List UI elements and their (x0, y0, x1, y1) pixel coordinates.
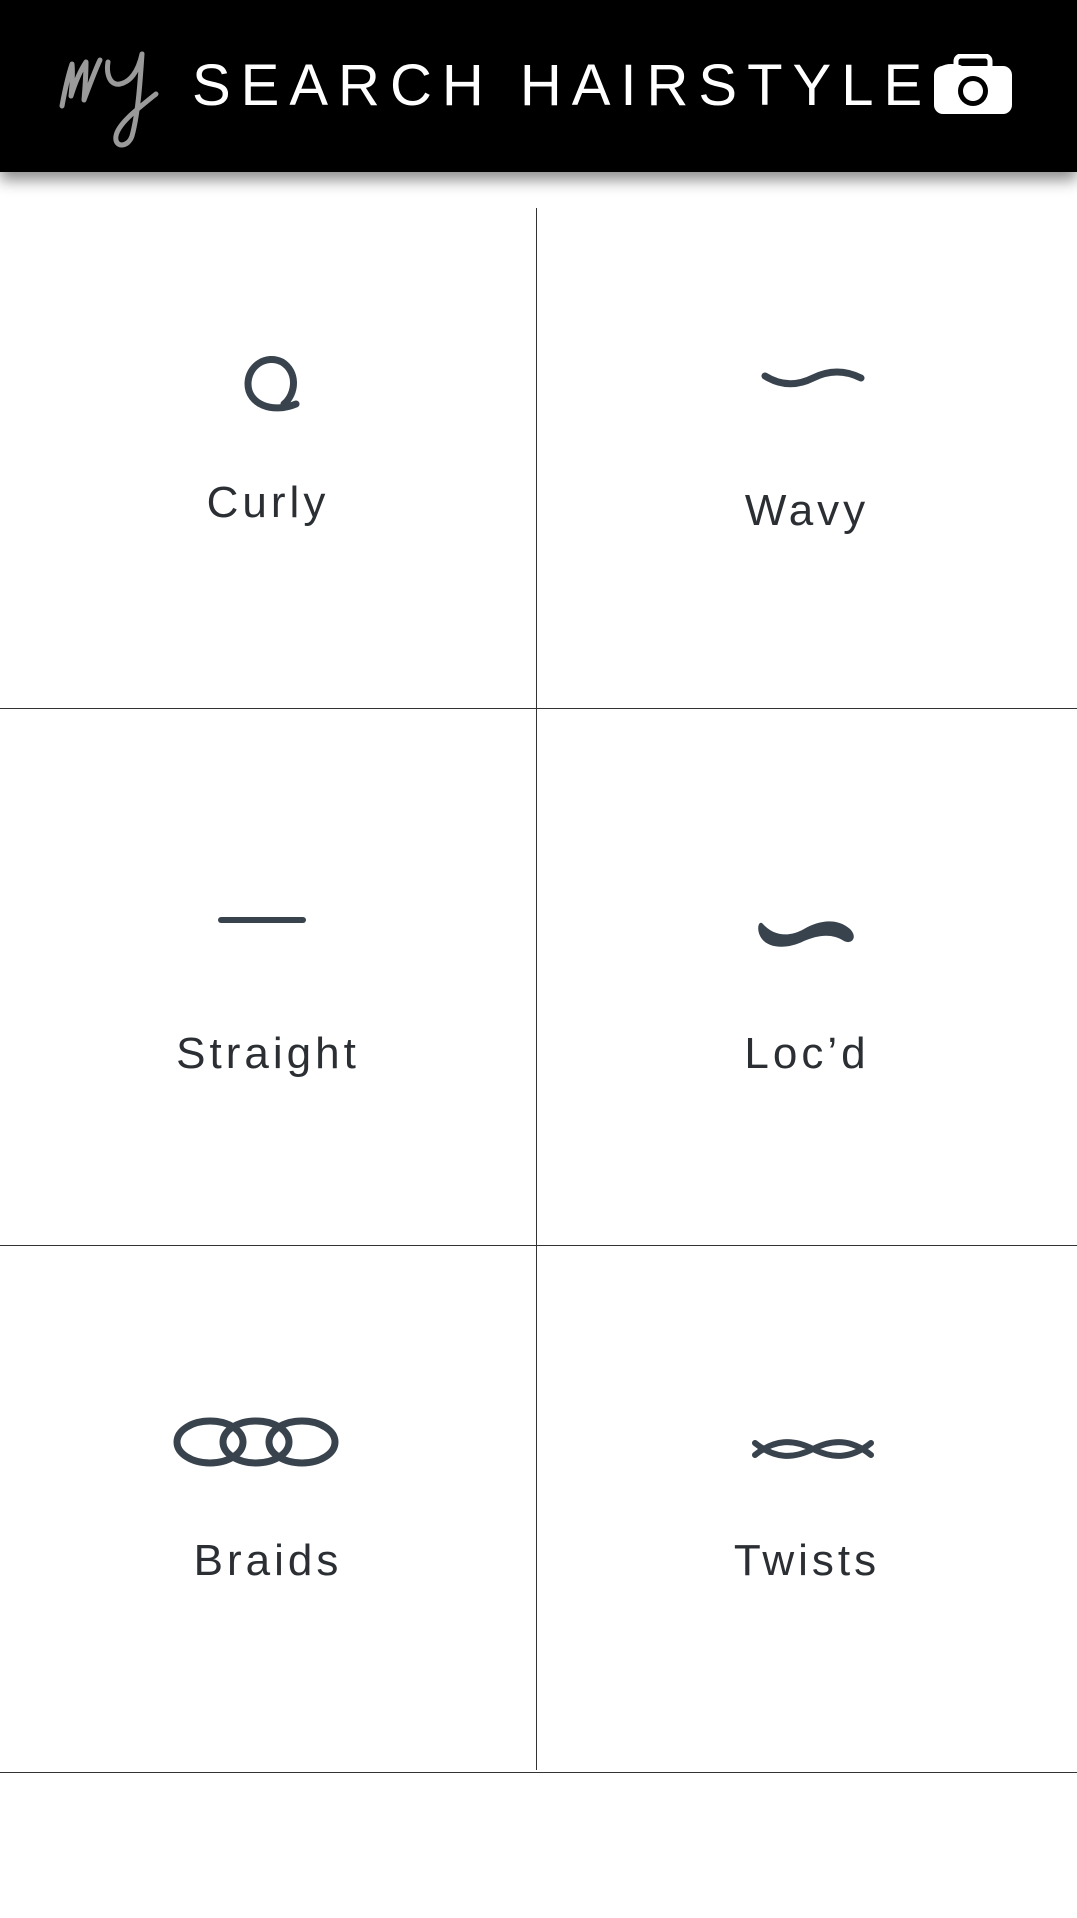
wavy-icon (761, 368, 865, 388)
locd-icon (758, 921, 854, 947)
category-curly[interactable]: Curly (0, 208, 536, 708)
braids-icon (173, 1417, 339, 1467)
category-label: Straight (176, 1029, 360, 1078)
curly-icon (244, 356, 300, 412)
category-twists[interactable]: Twists (537, 1246, 1077, 1772)
twists-icon (752, 1439, 874, 1459)
hairstyle-grid: Curly Wavy Straight Loc’d Braids Twists (0, 208, 1077, 1773)
category-label: Loc’d (744, 1029, 870, 1078)
category-label: Braids (193, 1536, 343, 1585)
page-title: SEARCH HAIRSTYLES (192, 53, 981, 118)
camera-icon[interactable] (932, 54, 1014, 116)
category-label: Twists (733, 1536, 881, 1585)
category-label: Wavy (744, 486, 870, 535)
category-wavy[interactable]: Wavy (537, 208, 1077, 708)
top-bar: SEARCH HAIRSTYLES (0, 0, 1077, 172)
category-straight[interactable]: Straight (0, 709, 536, 1245)
straight-icon (218, 917, 306, 923)
grid-divider-row-3 (0, 1772, 1077, 1773)
category-label: Curly (206, 478, 330, 527)
my-logo (59, 51, 159, 148)
category-braids[interactable]: Braids (0, 1246, 536, 1772)
category-locd[interactable]: Loc’d (537, 709, 1077, 1245)
